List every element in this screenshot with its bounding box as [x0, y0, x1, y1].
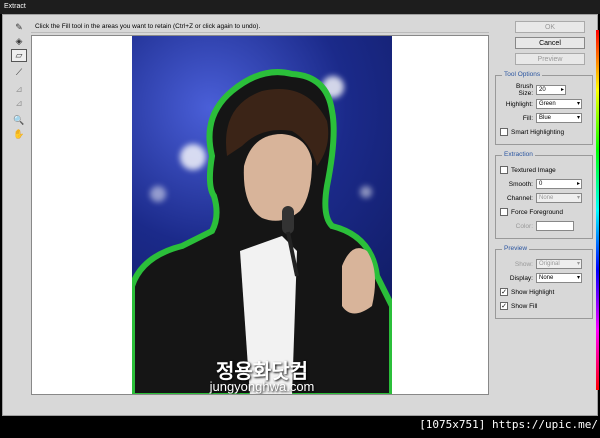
smooth-label: Smooth: [508, 180, 533, 188]
eyedropper-icon[interactable]: ⟋ [11, 66, 27, 79]
channel-value: None [539, 195, 554, 201]
highlight-label: Highlight: [505, 100, 533, 108]
preview-group: Preview Show: Original ▾ Display: None ▾ ✓… [495, 245, 593, 319]
chevron-down-icon: ▾ [576, 261, 580, 267]
textured-image-checkbox[interactable] [500, 166, 508, 174]
edge-touchup-icon[interactable]: ⊿ [11, 97, 27, 110]
display-value: None [539, 275, 554, 281]
display-select[interactable]: None ▾ [536, 273, 582, 283]
smooth-input[interactable]: 0 ▸ [536, 179, 582, 189]
fill-label: Fill: [522, 114, 533, 122]
fill-bucket-icon[interactable]: ◈ [11, 35, 27, 48]
smart-highlighting-label: Smart Highlighting [511, 128, 565, 136]
preview-button[interactable]: Preview [515, 53, 585, 65]
instruction-text: Click the Fill tool in the areas you wan… [31, 21, 489, 33]
show-value: Original [539, 261, 560, 267]
color-swatch[interactable] [536, 221, 574, 231]
show-highlight-label: Show Highlight [511, 288, 555, 296]
preview-canvas[interactable]: 정용화닷컴 jungyonghwa.com [31, 35, 489, 395]
display-label: Display: [509, 274, 533, 282]
tool-options-title: Tool Options [502, 71, 543, 78]
extraction-title: Extraction [502, 151, 535, 158]
photo-watermark-url: jungyonghwa.com [209, 379, 315, 394]
chevron-down-icon: ▾ [576, 195, 580, 201]
show-fill-label: Show Fill [511, 302, 538, 310]
cancel-button[interactable]: Cancel [515, 37, 585, 49]
person-silhouette [132, 69, 392, 394]
hand-icon[interactable]: ✋ [11, 128, 27, 141]
show-label: Show: [514, 260, 533, 268]
chevron-down-icon: ▾ [576, 275, 580, 281]
zoom-icon[interactable]: 🔍 [11, 114, 27, 127]
cleanup-tool-icon[interactable]: ⊿ [11, 83, 27, 96]
color-strip [596, 30, 599, 390]
photo-image[interactable]: 정용화닷컴 jungyonghwa.com [132, 36, 392, 394]
ok-button[interactable]: OK [515, 21, 585, 33]
highlight-value: Green [539, 101, 556, 107]
preview-title: Preview [502, 245, 530, 252]
eraser-icon[interactable]: ▱ [11, 49, 27, 62]
channel-label: Channel: [506, 194, 533, 202]
highlight-select[interactable]: Green ▾ [536, 99, 582, 109]
smart-highlighting-checkbox[interactable] [500, 128, 508, 136]
smooth-value: 0 [539, 181, 543, 187]
force-foreground-checkbox[interactable] [500, 208, 508, 216]
show-highlight-checkbox[interactable]: ✓ [500, 288, 508, 296]
window-title: Extract [0, 0, 600, 14]
chevron-down-icon: ▾ [576, 101, 580, 107]
color-label: Color: [515, 222, 533, 230]
options-panel: OK Cancel Preview Tool Options Brush Siz… [495, 21, 593, 319]
fill-select[interactable]: Blue ▾ [536, 113, 582, 123]
show-select[interactable]: Original ▾ [536, 259, 582, 269]
image-credit: [1075x751] https://upic.me/ [419, 418, 598, 431]
brush-size-value: 20 [539, 87, 546, 93]
arrow-right-icon[interactable]: ▸ [577, 180, 580, 189]
tool-options-group: Tool Options Brush Size: 20 ▸ Highlight: … [495, 71, 593, 145]
extraction-group: Extraction Textured Image Smooth: 0 ▸ Cha… [495, 151, 593, 239]
channel-select[interactable]: None ▾ [536, 193, 582, 203]
extract-dialog: ✎ ◈ ▱ ⟋ ⊿ ⊿ 🔍 ✋ Click the Fill tool in t… [2, 14, 598, 416]
arrow-right-icon[interactable]: ▸ [561, 86, 564, 95]
chevron-down-icon: ▾ [576, 115, 580, 121]
textured-image-label: Textured Image [511, 166, 556, 174]
brush-size-input[interactable]: 20 ▸ [536, 85, 566, 95]
toolbox: ✎ ◈ ▱ ⟋ ⊿ ⊿ 🔍 ✋ [9, 21, 29, 142]
brush-size-label: Brush Size: [516, 83, 533, 97]
fill-value: Blue [539, 115, 552, 121]
edge-highlighter-icon[interactable]: ✎ [11, 21, 27, 34]
force-foreground-label: Force Foreground [511, 208, 564, 216]
show-fill-checkbox[interactable]: ✓ [500, 302, 508, 310]
